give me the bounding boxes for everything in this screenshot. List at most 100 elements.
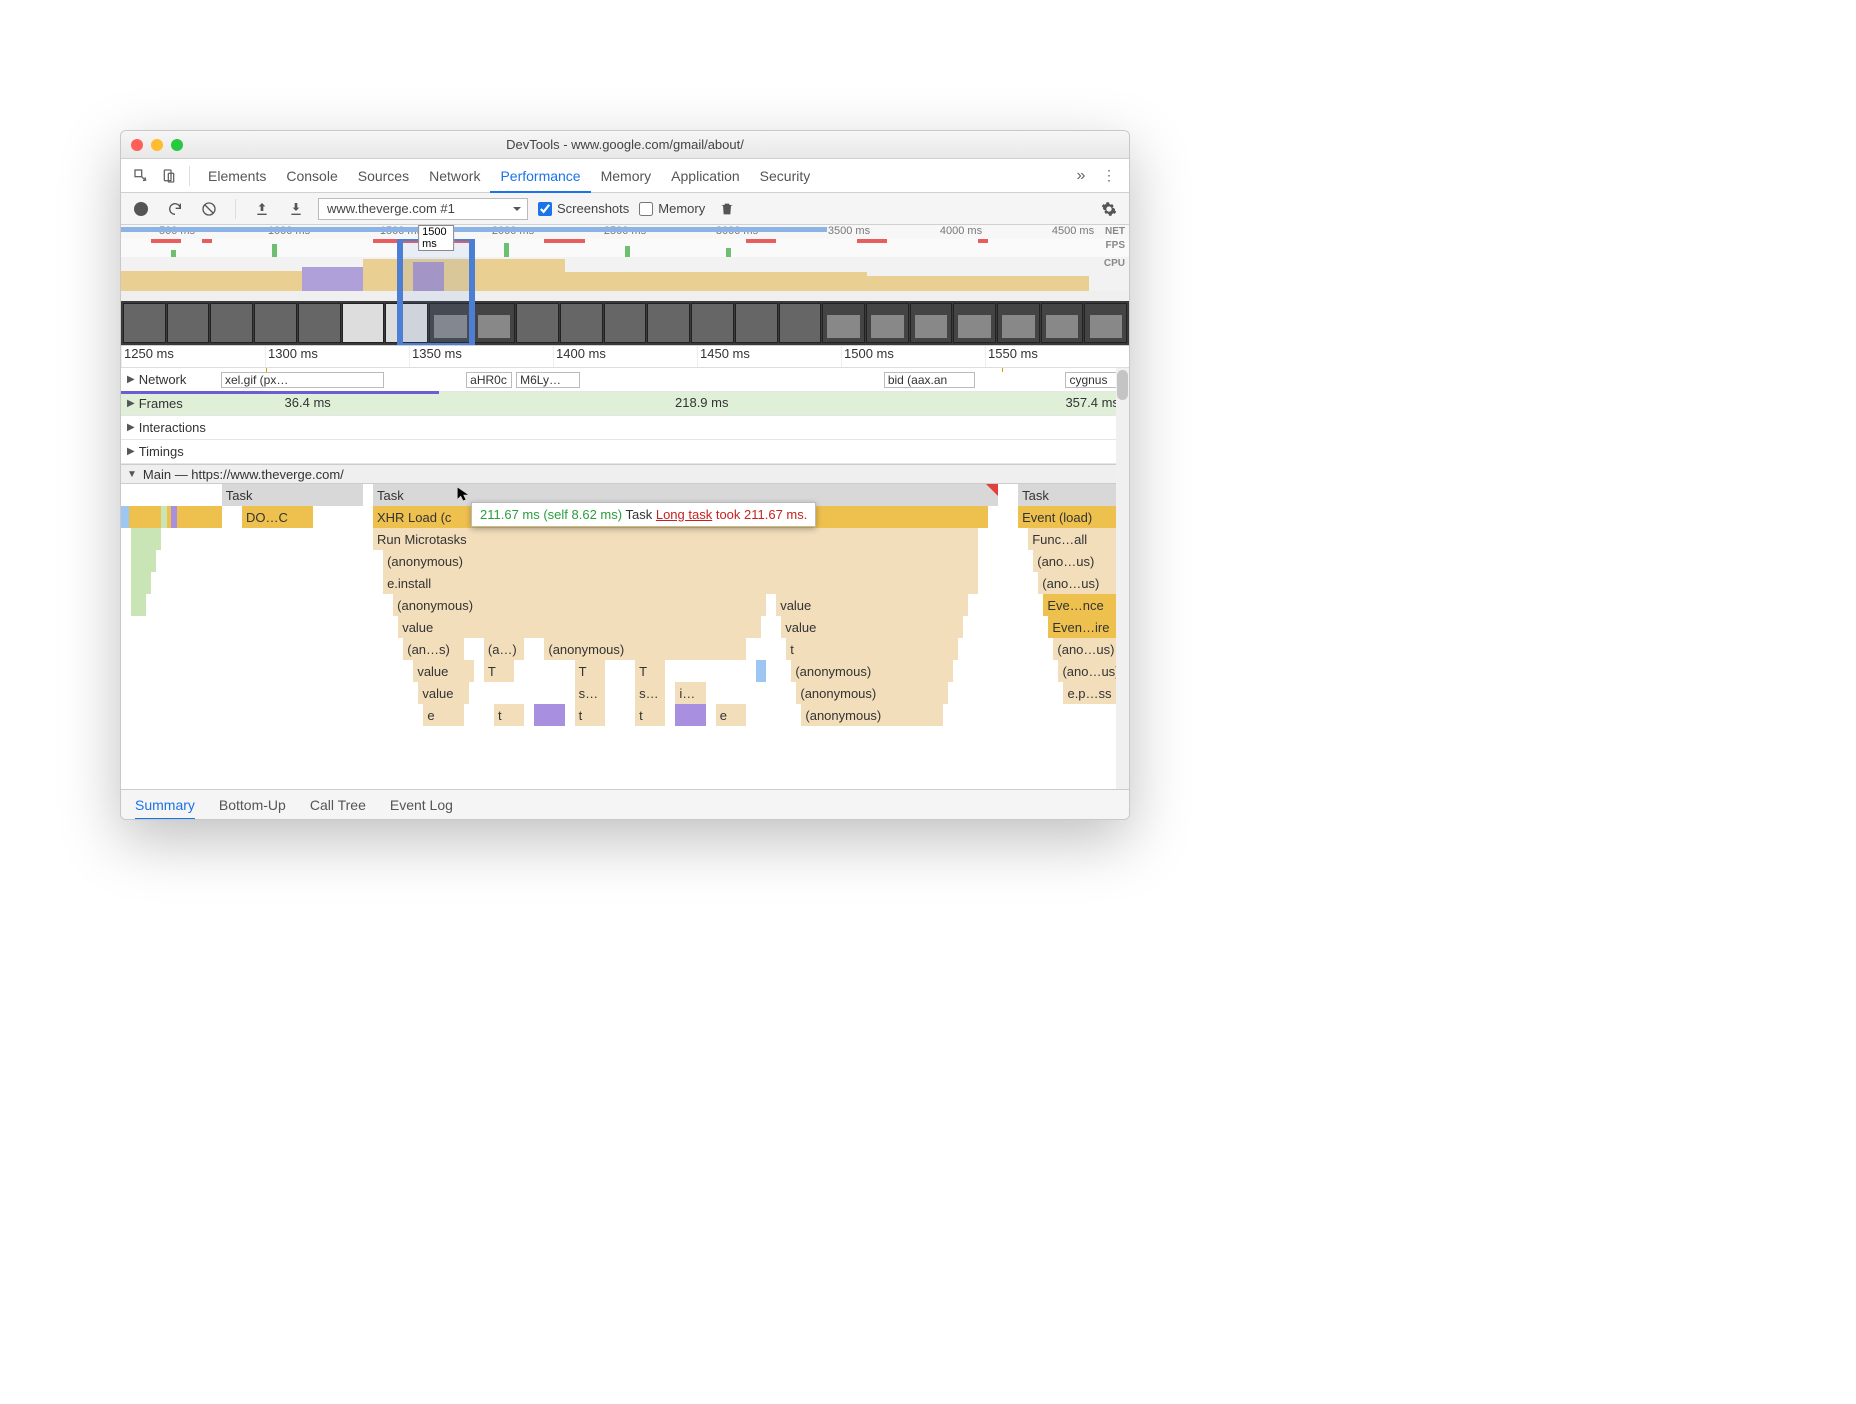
overflow-icon[interactable]: »: [1069, 164, 1093, 188]
flame-anonymous[interactable]: (ano…us): [1053, 638, 1119, 660]
flame-anonymous[interactable]: (anonymous): [801, 704, 942, 726]
flame-anonymous[interactable]: (anonymous): [544, 638, 746, 660]
overview-selection-label: 1500 ms: [418, 225, 454, 251]
settings-icon[interactable]: [1097, 197, 1121, 221]
flame-block[interactable]: e: [716, 704, 746, 726]
disclose-icon[interactable]: ▶: [127, 446, 135, 457]
flame-block[interactable]: t: [786, 638, 957, 660]
flame-block[interactable]: e: [423, 704, 463, 726]
flame-domcontentloaded[interactable]: DO…C: [242, 506, 313, 528]
tab-network[interactable]: Network: [419, 159, 490, 193]
flame-funcall[interactable]: Func…all: [1028, 528, 1119, 550]
selection-handle-left[interactable]: [397, 239, 403, 345]
flame-anonymous[interactable]: (ano…us): [1058, 660, 1118, 682]
flame-value[interactable]: value: [398, 616, 761, 638]
interactions-lane[interactable]: ▶ Interactions: [121, 416, 1129, 440]
flame-anonymous[interactable]: (ano…us): [1033, 550, 1119, 572]
network-item[interactable]: xel.gif (px…: [221, 372, 384, 388]
flame-install[interactable]: e.install: [383, 572, 978, 594]
inspect-icon[interactable]: [129, 164, 153, 188]
device-icon[interactable]: [157, 164, 181, 188]
perf-toolbar: www.theverge.com #1 Screenshots Memory: [121, 193, 1129, 225]
flame-block[interactable]: i…: [675, 682, 705, 704]
footer-bottom-up[interactable]: Bottom-Up: [219, 790, 286, 820]
kebab-menu-icon[interactable]: ⋮: [1097, 164, 1121, 188]
flame-block[interactable]: t: [635, 704, 665, 726]
footer-call-tree[interactable]: Call Tree: [310, 790, 366, 820]
flame-event[interactable]: Even…ire: [1048, 616, 1119, 638]
clear-button[interactable]: [197, 197, 221, 221]
flame-anonymous[interactable]: (ano…us): [1038, 572, 1119, 594]
interactions-lane-label: Interactions: [139, 420, 206, 435]
main-thread-header[interactable]: ▼ Main — https://www.theverge.com/: [121, 464, 1129, 484]
flame-block[interactable]: T: [484, 660, 514, 682]
flame-block[interactable]: t: [494, 704, 524, 726]
flame-event-load[interactable]: Event (load): [1018, 506, 1129, 528]
flame-block[interactable]: t: [575, 704, 605, 726]
tab-console[interactable]: Console: [276, 159, 347, 193]
flame-value[interactable]: value: [776, 594, 968, 616]
tab-elements[interactable]: Elements: [198, 159, 276, 193]
footer-summary[interactable]: Summary: [135, 790, 195, 820]
trash-icon[interactable]: [715, 197, 739, 221]
timeline-ruler: 1250 ms 1300 ms 1350 ms 1400 ms 1450 ms …: [121, 346, 1129, 368]
flame-block[interactable]: T: [575, 660, 605, 682]
overview-fps-lane: FPS: [121, 239, 1129, 257]
flame-event[interactable]: Eve…nce: [1043, 594, 1119, 616]
tab-performance[interactable]: Performance: [490, 159, 590, 193]
disclose-icon[interactable]: ▼: [127, 469, 137, 480]
selection-handle-right[interactable]: [469, 239, 475, 345]
flame-value[interactable]: value: [413, 660, 473, 682]
footer-event-log[interactable]: Event Log: [390, 790, 453, 820]
record-button[interactable]: [129, 197, 153, 221]
flame-block[interactable]: s…: [575, 682, 605, 704]
separator: [189, 166, 190, 186]
tab-memory[interactable]: Memory: [591, 159, 662, 193]
tab-sources[interactable]: Sources: [348, 159, 419, 193]
task-block[interactable]: Task: [222, 484, 363, 506]
network-item[interactable]: bid (aax.an: [884, 372, 975, 388]
flame-microtasks[interactable]: Run Microtasks: [373, 528, 978, 550]
vertical-scrollbar[interactable]: [1116, 368, 1129, 789]
screenshots-toggle[interactable]: Screenshots: [538, 201, 629, 216]
tab-security[interactable]: Security: [750, 159, 821, 193]
disclose-icon[interactable]: ▶: [127, 374, 135, 385]
memory-toggle[interactable]: Memory: [639, 201, 705, 216]
network-item[interactable]: aHR0c: [466, 372, 511, 388]
devtools-window: DevTools - www.google.com/gmail/about/ E…: [120, 130, 1130, 820]
upload-icon[interactable]: [250, 197, 274, 221]
flame-value[interactable]: value: [418, 682, 468, 704]
timings-lane[interactable]: ▶ Timings: [121, 440, 1129, 464]
disclose-icon[interactable]: ▶: [127, 398, 135, 409]
separator: [235, 199, 236, 219]
flame-anonymous[interactable]: (anonymous): [796, 682, 947, 704]
network-lane[interactable]: ▶ Network xel.gif (px… aHR0c M6Ly… bid (a…: [121, 368, 1129, 392]
flame-block[interactable]: s…: [635, 682, 665, 704]
frames-lane[interactable]: ▶Frames 36.4 ms 218.9 ms 357.4 ms: [121, 392, 1129, 416]
flame-anonymous[interactable]: (anonymous): [791, 660, 952, 682]
network-lane-label: Network: [139, 372, 187, 387]
frames-lane-label: Frames: [139, 396, 183, 411]
timings-lane-label: Timings: [139, 444, 184, 459]
overview-selection[interactable]: 1500 ms: [398, 239, 474, 345]
flame-block[interactable]: (a…): [484, 638, 524, 660]
network-item[interactable]: M6Ly…: [516, 372, 580, 388]
flame-anonymous[interactable]: (anonymous): [393, 594, 766, 616]
disclose-icon[interactable]: ▶: [127, 422, 135, 433]
download-icon[interactable]: [284, 197, 308, 221]
flame-value[interactable]: value: [781, 616, 962, 638]
task-block[interactable]: Task: [1018, 484, 1129, 506]
details-tabs: Summary Bottom-Up Call Tree Event Log: [121, 789, 1129, 819]
flame-block[interactable]: e.p…ss: [1063, 682, 1118, 704]
flame-chart[interactable]: Task Task Task DO…C XHR Load (c Event (l…: [121, 484, 1129, 732]
flame-block[interactable]: (an…s): [403, 638, 463, 660]
timeline-lanes[interactable]: ▶ Network xel.gif (px… aHR0c M6Ly… bid (a…: [121, 368, 1129, 789]
profile-select-value: www.theverge.com #1: [327, 201, 455, 216]
flame-anonymous[interactable]: (anonymous): [383, 550, 978, 572]
overview-filmstrip: [121, 301, 1129, 345]
profile-select[interactable]: www.theverge.com #1: [318, 198, 528, 220]
reload-button[interactable]: [163, 197, 187, 221]
flame-block[interactable]: T: [635, 660, 665, 682]
tab-application[interactable]: Application: [661, 159, 750, 193]
overview-minimap[interactable]: 500 ms 1000 ms 1500 ms 2000 ms 2500 ms 3…: [121, 225, 1129, 346]
